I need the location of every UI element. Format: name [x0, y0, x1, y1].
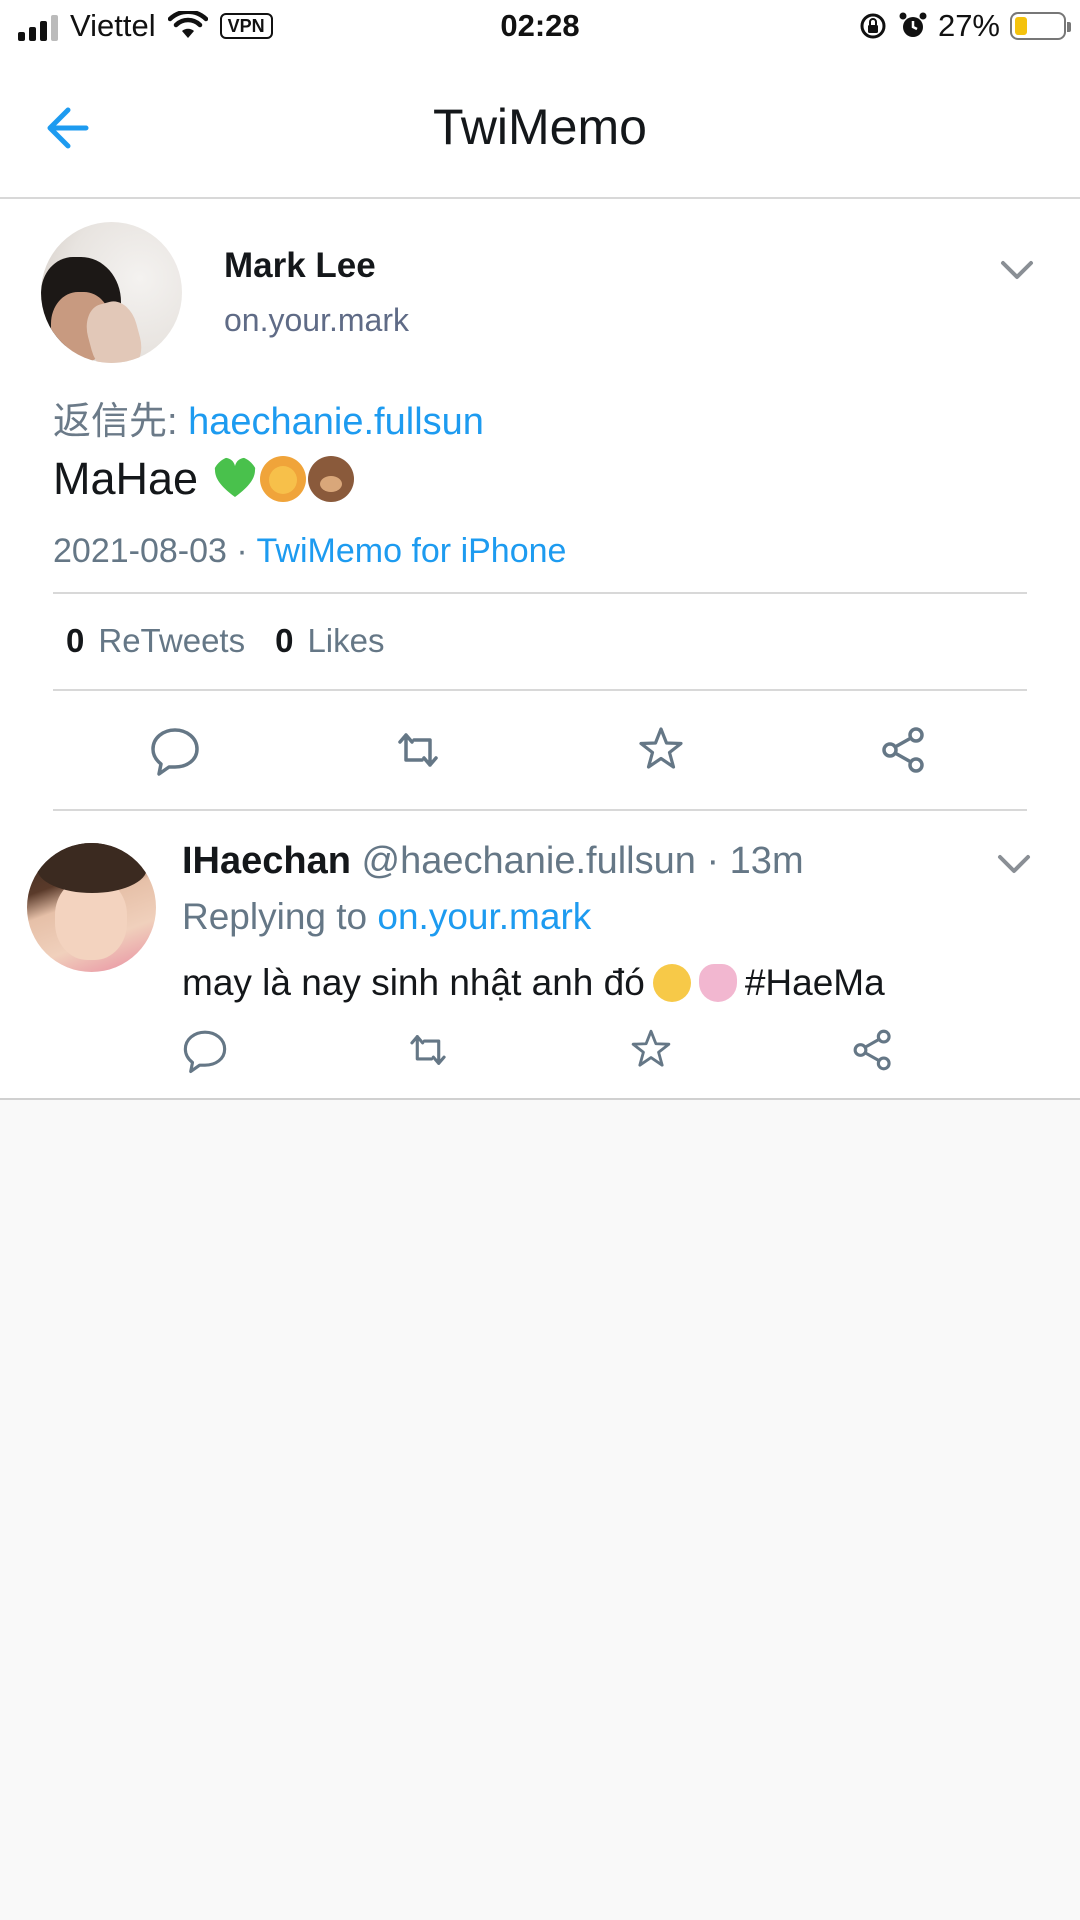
reply-hashtag[interactable]: #HaeMa	[745, 962, 885, 1004]
share-icon[interactable]	[876, 722, 932, 778]
tweet-source-link[interactable]: TwiMemo for iPhone	[257, 532, 567, 570]
favorite-star-icon[interactable]	[633, 722, 689, 778]
favorite-star-icon[interactable]	[626, 1025, 676, 1075]
retweet-icon[interactable]	[390, 722, 446, 778]
author-avatar[interactable]	[41, 222, 182, 363]
replying-to-line: Replying to on.your.mark	[182, 896, 591, 938]
share-icon[interactable]	[848, 1025, 898, 1075]
tweet-date: 2021-08-03	[53, 532, 227, 570]
replying-label: Replying to	[182, 896, 378, 937]
reply-to-line: 返信先: haechanie.fullsun	[53, 390, 484, 445]
battery-percent: 27%	[937, 8, 1000, 43]
chevron-down-icon[interactable]	[996, 852, 1032, 876]
reply-author-handle[interactable]: @haechanie.fullsun	[362, 840, 696, 882]
list-bottom-border	[0, 1098, 1080, 1100]
reply-author-avatar[interactable]	[27, 843, 156, 972]
retweet-icon[interactable]	[403, 1025, 453, 1075]
divider	[53, 689, 1027, 691]
alarm-icon	[899, 12, 927, 37]
tweet-meta: 2021-08-03 · TwiMemo for iPhone	[53, 532, 566, 571]
replying-to-link[interactable]: on.your.mark	[377, 896, 591, 937]
meta-separator: ·	[226, 532, 257, 570]
rotation-lock-icon	[860, 13, 886, 39]
reply-to-link[interactable]: haechanie.fullsun	[188, 401, 484, 443]
battery-level	[1015, 17, 1028, 35]
lion-emoji	[260, 456, 307, 502]
reply-header: IHaechan @haechanie.fullsun · 13m	[182, 840, 804, 883]
reply-text: may là nay sinh nhật anh đó #HaeMa	[182, 962, 885, 1004]
reply-prefix: 返信先:	[53, 401, 189, 443]
reply-icon[interactable]	[147, 722, 203, 778]
author-name[interactable]: Mark Lee	[224, 246, 376, 286]
tweet-body: MaHae	[53, 453, 199, 504]
reply-time: 13m	[729, 840, 804, 882]
relieved-face-emoji	[652, 964, 691, 1002]
reply-author-name[interactable]: IHaechan	[182, 840, 351, 882]
page-title: TwiMemo	[433, 99, 647, 155]
reply-icon[interactable]	[180, 1025, 230, 1075]
reply-time-separator: ·	[695, 840, 730, 882]
bear-emoji	[308, 456, 355, 502]
divider	[53, 809, 1027, 811]
retweets-label: ReTweets	[98, 622, 246, 659]
likes-count: 0	[275, 622, 294, 659]
retweets-stat[interactable]: 0 ReTweets	[66, 622, 245, 660]
status-bar: Viettel VPN 02:28 27%	[0, 0, 1080, 56]
likes-label: Likes	[307, 622, 385, 659]
reply-body: may là nay sinh nhật anh đó	[182, 962, 645, 1003]
author-handle[interactable]: on.your.mark	[224, 302, 409, 339]
tweet-text: MaHae	[53, 453, 355, 505]
likes-stat[interactable]: 0 Likes	[275, 622, 384, 660]
battery-icon	[1010, 12, 1071, 40]
lotus-position-emoji	[698, 964, 737, 1002]
green-heart-emoji	[214, 457, 256, 497]
tweet-stats: 0 ReTweets 0 Likes	[66, 622, 385, 660]
divider	[53, 592, 1027, 594]
chevron-down-icon[interactable]	[999, 258, 1035, 282]
navigation-bar: TwiMemo	[0, 56, 1080, 199]
retweets-count: 0	[66, 622, 85, 659]
